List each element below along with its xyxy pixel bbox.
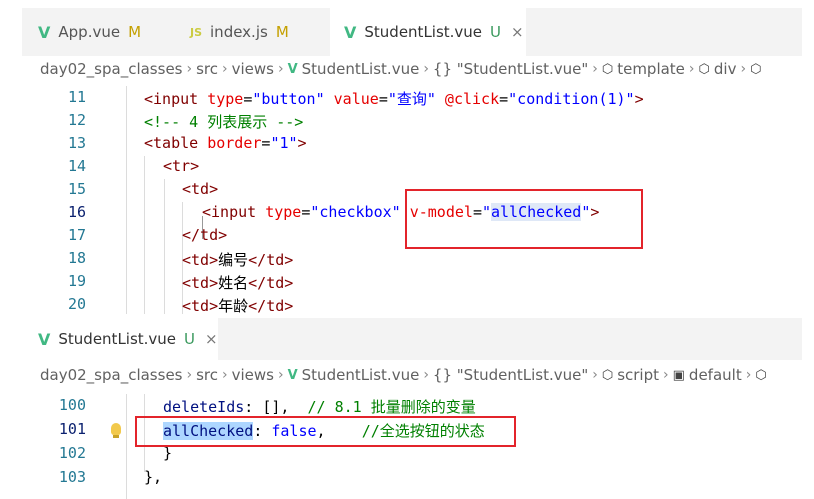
line-number: 103 xyxy=(58,468,86,486)
chevron-right-icon: › xyxy=(745,367,752,383)
code-line-19: <td>姓名</td> xyxy=(182,274,294,292)
breadcrumb-item[interactable]: views xyxy=(232,366,274,384)
cube-icon: ⬡ xyxy=(750,61,762,77)
field-icon: ▣ xyxy=(672,367,685,383)
line-number: 12 xyxy=(67,111,86,129)
chevron-right-icon: › xyxy=(423,367,429,383)
tab-label: App.vue xyxy=(58,23,121,41)
line-number: 20 xyxy=(67,295,86,313)
breadcrumb-item[interactable]: default xyxy=(689,366,742,384)
cube-icon: ⬡ xyxy=(601,61,614,77)
tab-label: StudentList.vue xyxy=(364,23,483,41)
breadcrumb-item[interactable]: script xyxy=(617,366,659,384)
code-line-17: </td> xyxy=(182,226,228,244)
vue-file-icon: V xyxy=(287,61,298,77)
code-line-13: <table border="1"> xyxy=(144,134,307,152)
chevron-right-icon: › xyxy=(277,367,284,383)
chevron-right-icon: › xyxy=(592,367,598,383)
code-line-20: <td>年龄</td> xyxy=(182,297,294,314)
line-number: 13 xyxy=(67,134,86,152)
breadcrumb-item[interactable]: day02_spa_classes xyxy=(40,60,183,78)
tab-studentlist-vue[interactable]: V StudentList.vue U × xyxy=(22,318,218,360)
line-number: 14 xyxy=(67,157,86,175)
line-number: 11 xyxy=(67,88,86,106)
breadcrumb-item[interactable]: views xyxy=(232,60,274,78)
chevron-right-icon: › xyxy=(222,367,228,383)
chevron-right-icon: › xyxy=(186,61,193,77)
breadcrumb-item[interactable]: template xyxy=(617,60,685,78)
code-line-12: <!-- 4 列表展示 --> xyxy=(144,113,304,131)
chevron-right-icon: › xyxy=(688,61,695,77)
code-line-103: }, xyxy=(144,468,163,486)
line-number: 17 xyxy=(67,226,86,244)
tab-app-vue[interactable]: V App.vue M xyxy=(22,8,172,56)
close-icon[interactable]: × xyxy=(511,23,524,41)
close-icon[interactable]: × xyxy=(205,330,218,348)
breadcrumb-item[interactable]: StudentList.vue xyxy=(302,366,420,384)
code-line-11: <input type="button" value="查询" @click="… xyxy=(144,90,644,108)
breadcrumb-item[interactable]: day02_spa_classes xyxy=(40,366,183,384)
chevron-right-icon: › xyxy=(423,61,429,77)
code-line-100: deleteIds: [], // 8.1 批量删除的变量 xyxy=(163,398,476,416)
code-line-15: <td> xyxy=(182,180,219,198)
tab-index-js[interactable]: JS index.js M xyxy=(172,8,330,56)
cube-icon: ⬡ xyxy=(755,367,767,383)
cube-icon: ⬡ xyxy=(601,367,614,383)
vue-file-icon: V xyxy=(287,367,298,383)
chevron-right-icon: › xyxy=(277,61,284,77)
breadcrumb-item[interactable]: StudentList.vue xyxy=(302,60,420,78)
chevron-right-icon: › xyxy=(663,367,669,383)
breadcrumb-item[interactable]: src xyxy=(196,366,218,384)
tab-label: StudentList.vue xyxy=(58,330,177,348)
line-number: 102 xyxy=(58,444,86,462)
line-number: 15 xyxy=(67,180,86,198)
vue-file-icon: V xyxy=(38,329,51,349)
untracked-badge: U xyxy=(490,23,502,41)
tab-studentlist-vue[interactable]: V StudentList.vue U × xyxy=(330,8,526,56)
line-number: 16 xyxy=(67,203,86,221)
cube-icon: ⬡ xyxy=(698,61,710,77)
vue-file-icon: V xyxy=(38,22,51,42)
editor-pane-top: V App.vue M JS index.js M V StudentList.… xyxy=(22,8,802,314)
editor-pane-bottom: V StudentList.vue U × day02_spa_classes ›… xyxy=(22,318,802,499)
line-number: 101 xyxy=(58,420,86,438)
chevron-right-icon: › xyxy=(222,61,228,77)
breadcrumb: day02_spa_classes › src › views › V StudentL… xyxy=(40,364,771,386)
line-number: 18 xyxy=(67,249,86,267)
lightbulb-icon[interactable] xyxy=(111,423,121,438)
breadcrumb-item[interactable]: {} "StudentList.vue" xyxy=(433,366,588,384)
code-line-14: <tr> xyxy=(163,157,200,175)
chevron-right-icon: › xyxy=(186,367,193,383)
line-number: 19 xyxy=(67,272,86,290)
js-file-icon: JS xyxy=(190,25,203,39)
modified-badge: M xyxy=(128,23,142,41)
code-line-18: <td>编号</td> xyxy=(182,251,294,269)
modified-badge: M xyxy=(275,23,289,41)
chevron-right-icon: › xyxy=(592,61,598,77)
untracked-badge: U xyxy=(184,330,196,348)
breadcrumb-item[interactable]: div xyxy=(714,60,737,78)
breadcrumb: day02_spa_classes › src › views › V StudentL… xyxy=(40,58,765,80)
annotation-box-vmodel xyxy=(405,189,643,249)
editor-tab-bar: V StudentList.vue U × xyxy=(22,318,802,360)
breadcrumb-item[interactable]: {} "StudentList.vue" xyxy=(433,60,588,78)
chevron-right-icon: › xyxy=(740,61,747,77)
breadcrumb-item[interactable]: src xyxy=(196,60,218,78)
line-number: 100 xyxy=(58,396,86,414)
annotation-box-allchecked xyxy=(135,416,516,447)
tab-label: index.js xyxy=(210,23,268,41)
vue-file-icon: V xyxy=(344,22,357,42)
editor-tab-bar: V App.vue M JS index.js M V StudentList.… xyxy=(22,8,802,56)
